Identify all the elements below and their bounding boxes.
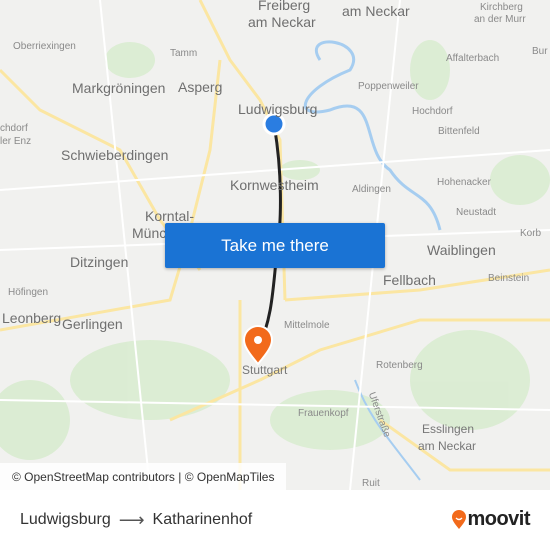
map-label: Gerlingen [62,316,123,332]
map-label: Bur [532,46,548,57]
map-label: Poppenweiler [358,81,419,92]
map-label: Esslingen [422,422,475,436]
map-label: Frauenkopf [298,408,349,419]
destination-name: Katharinenhof [152,511,253,528]
map-label: Ditzingen [70,254,129,270]
map-label: Tamm [170,48,198,59]
map-label: Aldingen [352,184,391,195]
map-label: Kirchberg [480,2,523,13]
map-label: an der Murr [474,14,526,25]
map-label: Neustadt [456,207,497,218]
map[interactable]: Freiberg am Neckar am Neckar Kirchberg a… [0,0,550,490]
map-label: Leonberg [2,310,62,326]
map-label: Rotenberg [376,360,423,371]
map-label: Korb [520,228,542,239]
map-label: Ludwigsburg [238,101,318,117]
map-label: Beinstein [488,273,530,284]
map-label: Affalterbach [446,53,500,64]
moovit-logo[interactable]: moovit [451,508,530,531]
map-label: am Neckar [248,14,316,30]
map-label: Freiberg [258,0,311,13]
origin-marker [262,112,286,136]
map-label: Waiblingen [427,242,496,258]
map-label: Mittelmole [284,320,330,331]
moovit-wordmark: moovit [467,508,530,530]
map-label: Korntal- [145,208,195,224]
destination-marker [242,325,274,366]
map-label: Höfingen [8,287,49,298]
map-label: Asperg [178,79,223,95]
map-label: Stuttgart [242,363,288,377]
map-label: am Neckar [418,439,477,453]
map-label: Fellbach [383,272,436,288]
map-label: Schwieberdingen [61,147,169,163]
take-me-there-button[interactable]: Take me there [165,223,385,268]
origin-name: Ludwigsburg [20,511,111,528]
map-label: Oberriexingen [13,41,76,52]
map-label: ler Enz [0,136,32,147]
map-label: Kornwestheim [230,177,319,193]
map-label: Bittenfeld [438,126,480,137]
arrow-right-icon: ⟶ [118,509,145,530]
map-label: Hohenacker [437,177,491,188]
map-label: Markgröningen [72,80,166,96]
map-attribution[interactable]: © OpenStreetMap contributors | © OpenMap… [0,463,287,490]
map-label: Hochdorf [412,106,453,117]
map-label: am Neckar [342,3,410,19]
moovit-pin-icon [452,509,467,529]
map-label: Ruit [362,478,380,489]
map-label: chdorf [0,123,28,134]
